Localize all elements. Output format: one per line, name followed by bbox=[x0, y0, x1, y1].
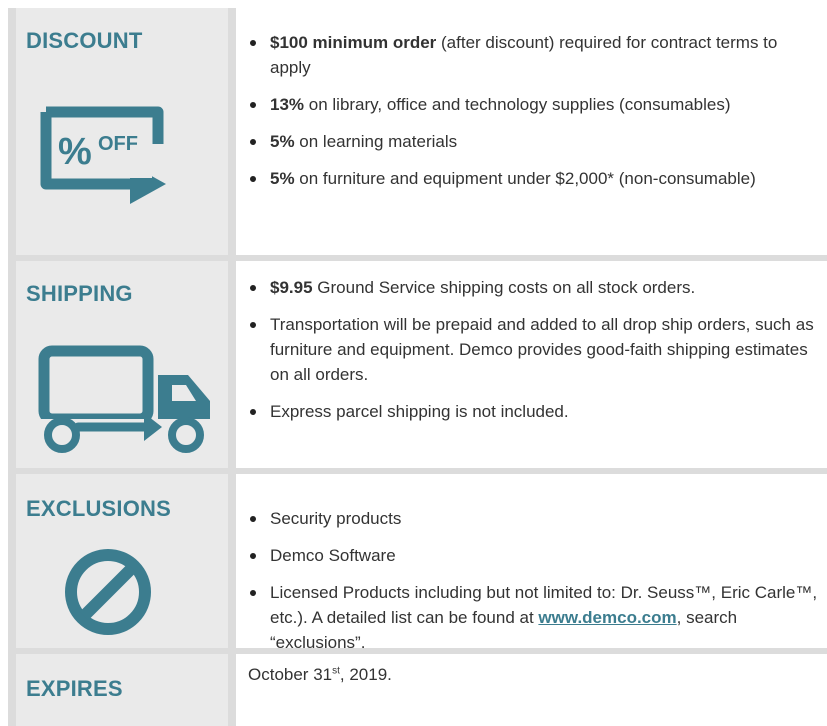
exclusions-row: EXCLUSIONS Security products Demco Softw… bbox=[8, 474, 827, 652]
expires-row: EXPIRES October 31st, 2019. bbox=[8, 654, 827, 726]
demco-website-link[interactable]: www.demco.com bbox=[538, 608, 676, 627]
list-item: $100 minimum order (after discount) requ… bbox=[236, 30, 821, 80]
exclusions-label-cell: EXCLUSIONS bbox=[16, 474, 228, 648]
prohibited-icon bbox=[62, 546, 154, 643]
exclusions-label: EXCLUSIONS bbox=[26, 496, 172, 521]
list-item: Security products bbox=[236, 506, 821, 531]
expires-label: EXPIRES bbox=[26, 676, 123, 701]
discount-label-cell: DISCOUNT % OFF bbox=[16, 8, 228, 255]
terms-table: DISCOUNT % OFF $100 minimum order (after… bbox=[8, 8, 827, 726]
percent-off-tag-icon: % OFF bbox=[38, 104, 178, 211]
discount-row: DISCOUNT % OFF $100 minimum order (after… bbox=[8, 8, 827, 255]
expiration-date: October 31st, 2019. bbox=[248, 665, 392, 684]
shipping-row: SHIPPING $9.95 Ground Service shipping c… bbox=[8, 261, 827, 468]
shipping-label-cell: SHIPPING bbox=[16, 261, 228, 468]
list-item: Express parcel shipping is not included. bbox=[236, 399, 821, 424]
list-item: Licensed Products including but not limi… bbox=[236, 580, 821, 655]
exclusions-details-cell: Security products Demco Software License… bbox=[236, 474, 827, 652]
discount-label: DISCOUNT bbox=[26, 28, 143, 53]
list-item: Demco Software bbox=[236, 543, 821, 568]
delivery-truck-icon bbox=[38, 345, 218, 460]
expires-details-cell: October 31st, 2019. bbox=[236, 654, 827, 726]
discount-list: $100 minimum order (after discount) requ… bbox=[236, 30, 821, 191]
expires-label-cell: EXPIRES bbox=[16, 654, 228, 726]
shipping-list: $9.95 Ground Service shipping costs on a… bbox=[236, 275, 821, 424]
discount-details-cell: $100 minimum order (after discount) requ… bbox=[236, 8, 827, 255]
list-item: $9.95 Ground Service shipping costs on a… bbox=[236, 275, 821, 300]
shipping-label: SHIPPING bbox=[26, 281, 133, 306]
exclusions-list: Security products Demco Software License… bbox=[236, 506, 821, 655]
badge-off: OFF bbox=[98, 133, 138, 155]
list-item: 13% on library, office and technology su… bbox=[236, 92, 821, 117]
badge-percent: % bbox=[58, 131, 92, 173]
list-item: Transportation will be prepaid and added… bbox=[236, 312, 821, 387]
list-item: 5% on furniture and equipment under $2,0… bbox=[236, 166, 821, 191]
shipping-details-cell: $9.95 Ground Service shipping costs on a… bbox=[236, 261, 827, 468]
list-item: 5% on learning materials bbox=[236, 129, 821, 154]
